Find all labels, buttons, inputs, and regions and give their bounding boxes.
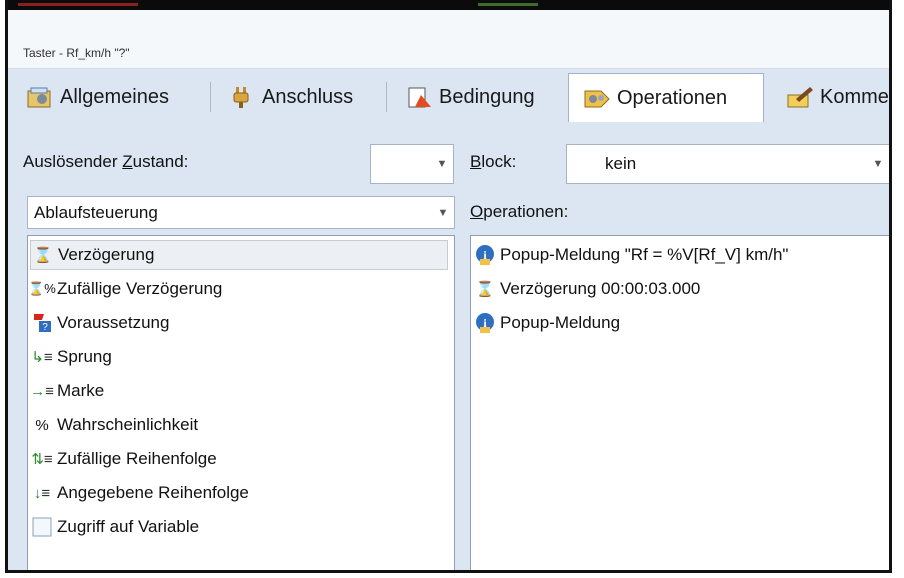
list-item[interactable]: % Wahrscheinlichkeit bbox=[30, 410, 198, 440]
tab-anschluss[interactable]: Anschluss bbox=[214, 78, 380, 116]
flag-question-icon: ? bbox=[30, 312, 54, 334]
category-dropdown[interactable]: Ablaufsteuerung ▼ bbox=[27, 196, 455, 229]
available-operations-list: ⌛ Verzögerung ⌛% Zufällige Verzögerung ?… bbox=[27, 235, 455, 570]
fixed-order-icon: ↓ ≡ bbox=[33, 484, 51, 502]
selected-operations-list: i Popup-Meldung "Rf = %V[Rf_V] km/h" ⌛ V… bbox=[470, 235, 889, 570]
settings-icon bbox=[26, 85, 54, 109]
tab-strip: Allgemeines Anschluss Bedingung Operatio… bbox=[8, 70, 889, 123]
tab-allgemeines-label: Allgemeines bbox=[60, 85, 169, 108]
document-warning-icon bbox=[405, 85, 433, 109]
list-item[interactable]: ↓ ≡ Angegebene Reihenfolge bbox=[30, 478, 249, 508]
tab-anschluss-label: Anschluss bbox=[262, 85, 354, 108]
tab-operationen-label: Operationen bbox=[617, 87, 728, 109]
tab-separator bbox=[210, 82, 211, 112]
info-icon: i bbox=[473, 312, 497, 334]
list-item[interactable]: ⇅ ≡ Zufällige Reihenfolge bbox=[30, 444, 216, 474]
title-bar: Taster - Rf_km/h "?" bbox=[8, 10, 889, 69]
list-item[interactable]: ⌛ Verzögerung 00:00:03.000 bbox=[473, 274, 701, 304]
list-item[interactable]: ⌛% Zufällige Verzögerung bbox=[28, 274, 222, 304]
trigger-state-label: Auslösender Zustand: bbox=[23, 152, 189, 171]
window-title: Taster - Rf_km/h "?" bbox=[23, 46, 130, 60]
tab-allgemeines[interactable]: Allgemeines bbox=[12, 78, 204, 116]
list-item[interactable]: Zugriff auf Variable bbox=[30, 512, 199, 542]
shuffle-order-icon: ⇅ ≡ bbox=[31, 450, 53, 469]
tab-kommentar[interactable]: Kommen bbox=[772, 78, 889, 116]
dialog-window: Taster - Rf_km/h "?" Allgemeines Anschlu… bbox=[5, 0, 892, 573]
tab-operationen[interactable]: Operationen bbox=[568, 73, 764, 123]
list-item[interactable]: ⌛ Verzögerung bbox=[30, 240, 448, 270]
list-item[interactable]: → ≡ Marke bbox=[30, 376, 104, 406]
pencil-note-icon bbox=[786, 85, 814, 109]
tab-separator bbox=[386, 82, 387, 112]
hourglass-icon: ⌛ bbox=[475, 281, 495, 298]
tab-kommentar-label: Kommen bbox=[820, 85, 889, 108]
trigger-state-dropdown[interactable]: ▼ bbox=[370, 144, 454, 184]
top-strip bbox=[8, 0, 889, 10]
operations-panel: Auslösender Zustand: ▼ Block: kein ▼ Abl… bbox=[8, 122, 889, 570]
hourglass-icon: ⌛ bbox=[33, 247, 53, 264]
info-icon: i bbox=[473, 244, 497, 266]
variable-box-icon bbox=[30, 516, 54, 538]
mark-arrow-icon: → ≡ bbox=[30, 382, 54, 400]
chevron-down-icon: ▼ bbox=[872, 158, 884, 170]
chevron-down-icon: ▼ bbox=[437, 206, 449, 219]
chevron-down-icon: ▼ bbox=[436, 158, 448, 170]
list-item[interactable]: ? Voraussetzung bbox=[30, 308, 169, 338]
list-item[interactable]: i Popup-Meldung bbox=[473, 308, 620, 338]
gears-icon bbox=[583, 87, 611, 111]
hourglass-percent-icon: ⌛% bbox=[28, 281, 56, 296]
block-dropdown[interactable]: kein ▼ bbox=[566, 144, 889, 184]
plug-icon bbox=[228, 85, 256, 109]
percent-icon: % bbox=[35, 416, 49, 434]
tab-bedingung[interactable]: Bedingung bbox=[391, 78, 565, 116]
svg-text:?: ? bbox=[42, 322, 48, 333]
list-item[interactable]: i Popup-Meldung "Rf = %V[Rf_V] km/h" bbox=[473, 240, 788, 270]
tab-bedingung-label: Bedingung bbox=[439, 85, 535, 108]
list-item[interactable]: ↳ ≡ Sprung bbox=[30, 342, 112, 372]
jump-arrow-icon: ↳ ≡ bbox=[31, 348, 53, 367]
block-label: Block: bbox=[470, 152, 517, 171]
operations-label: Operationen: bbox=[470, 202, 569, 221]
